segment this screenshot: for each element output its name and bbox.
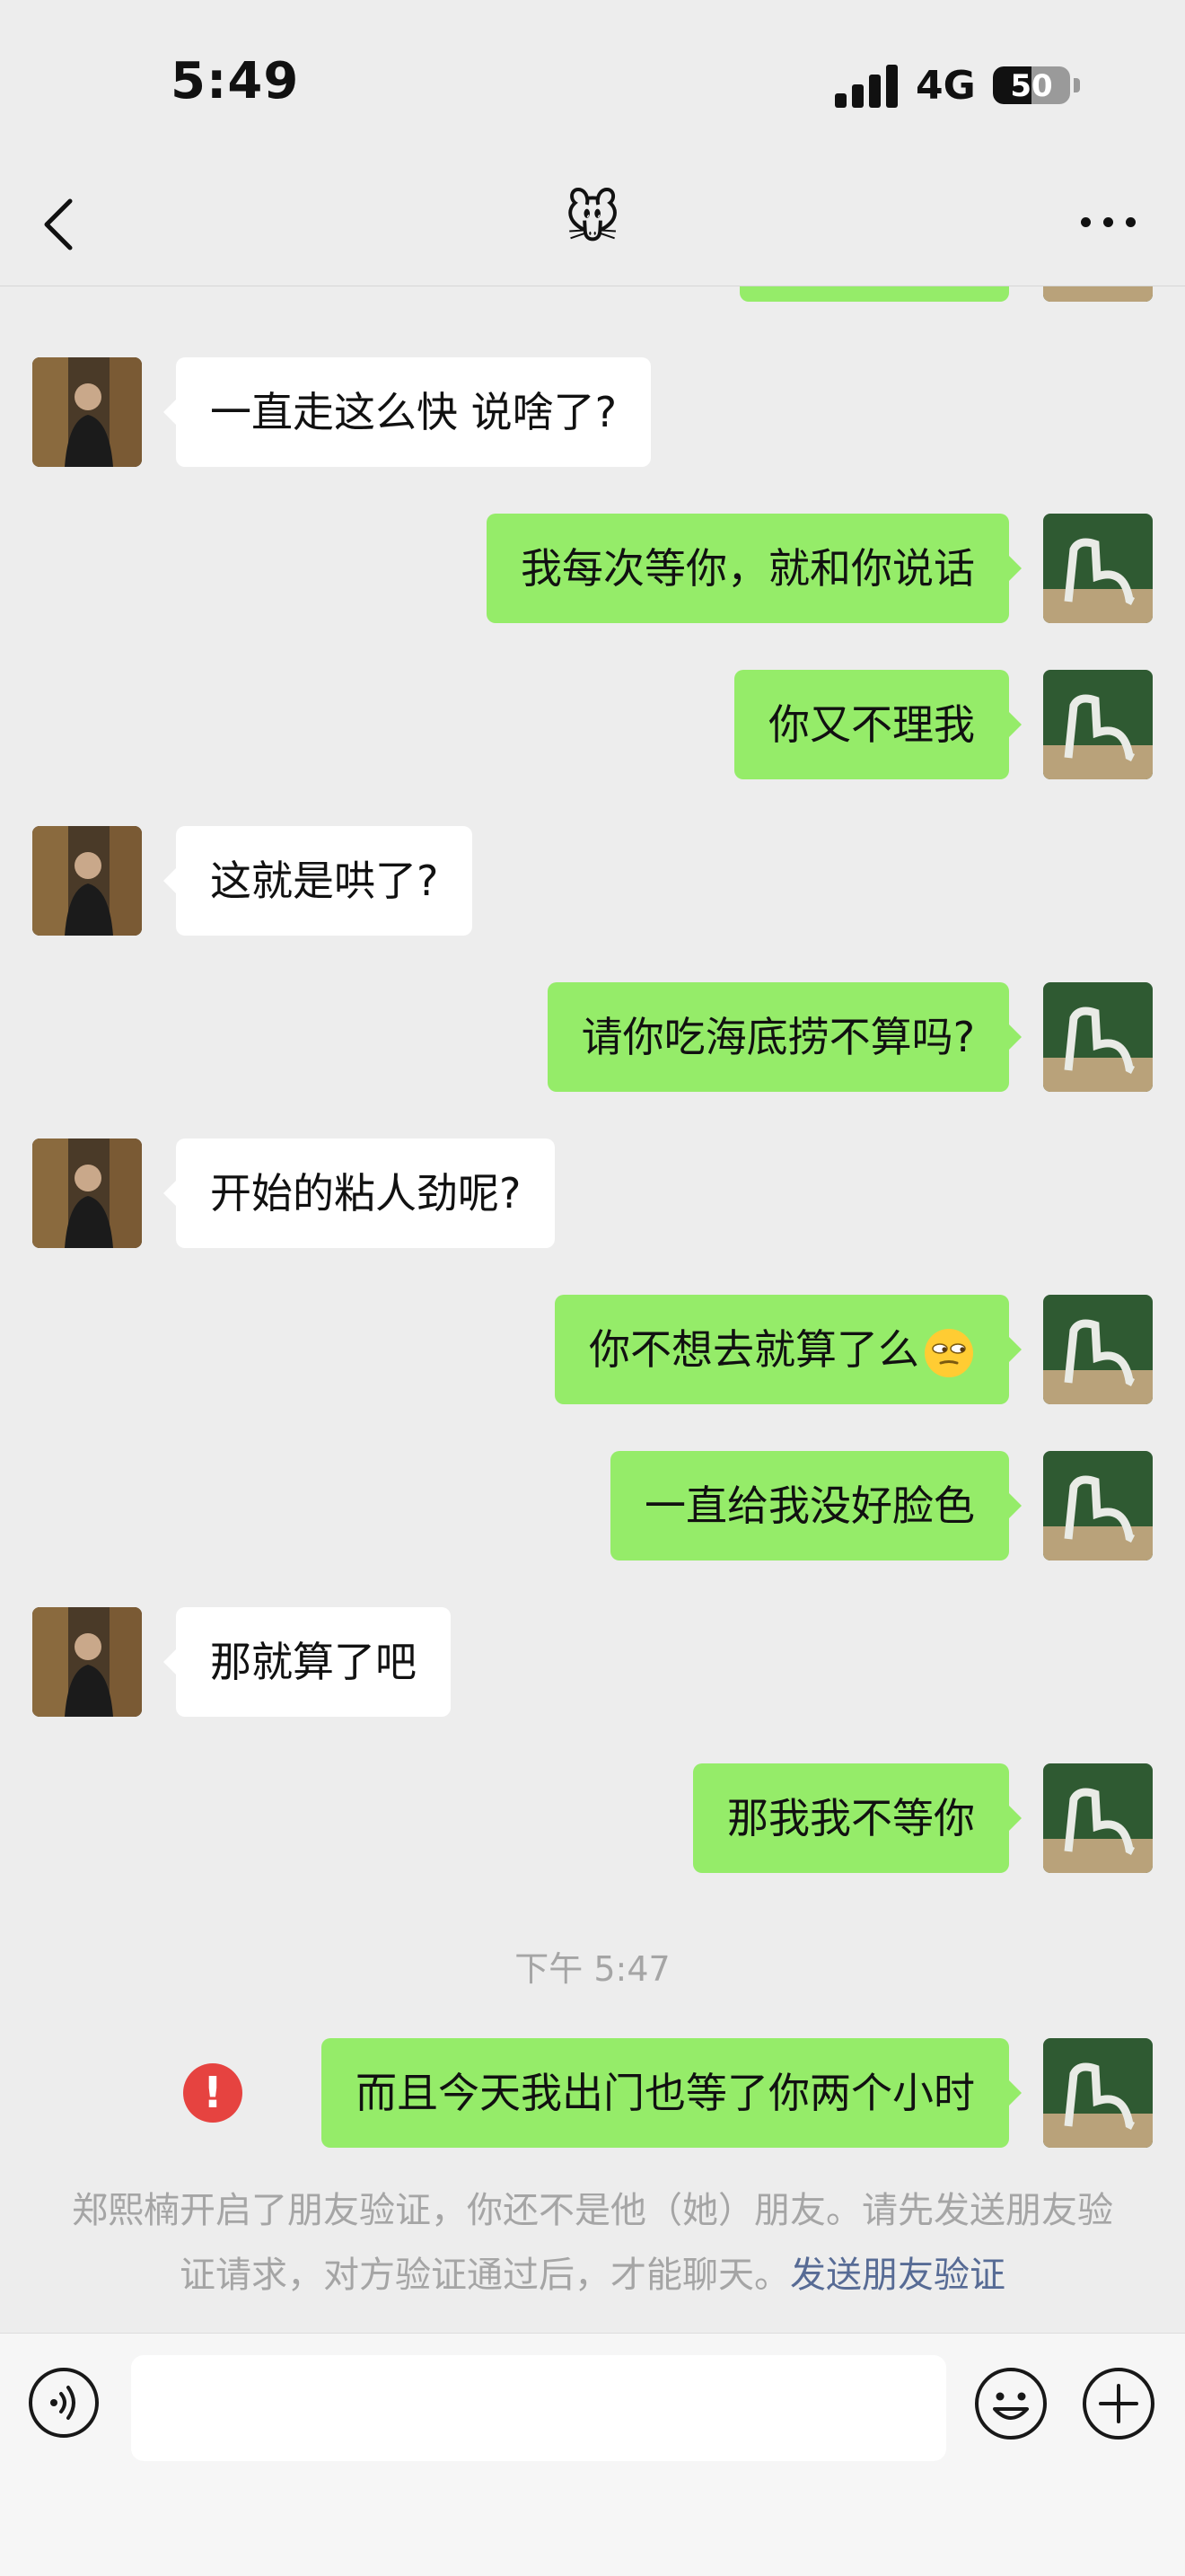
message-row: 我每次等你，就和你说话 [0,514,1185,623]
message-row-partial [0,286,1185,302]
voice-icon [29,2368,99,2438]
send-friend-verification-link[interactable]: 发送朋友验证 [790,2255,1005,2296]
message-input[interactable] [131,2355,946,2461]
send-failed-icon[interactable]: ! [183,2063,242,2123]
my-avatar[interactable] [1043,286,1153,302]
message-bubble[interactable]: 这就是哄了? [162,826,473,936]
message-row: 一直给我没好脸色 [0,1451,1185,1561]
voice-input-button[interactable] [27,2366,101,2440]
message-bubble[interactable]: 你又不理我 [734,670,1022,779]
plus-icon [1083,2368,1154,2440]
my-avatar[interactable] [1043,514,1153,623]
message-bubble[interactable]: 一直给我没好脸色 [610,1451,1022,1561]
contact-avatar[interactable] [32,1139,142,1248]
contact-avatar[interactable] [32,826,142,936]
battery-percent: 50 [1010,68,1053,104]
message-row: 请你吃海底捞不算吗? [0,982,1185,1092]
unamused-face-icon [925,1328,973,1377]
signal-icon [835,65,900,108]
message-row: 你又不理我 [0,670,1185,779]
my-avatar[interactable] [1043,1763,1153,1873]
chat-title-mouse-icon: 🐭 [564,188,621,251]
network-type: 4G [916,63,976,109]
more-options-button[interactable] [1077,194,1140,248]
message-bubble[interactable]: 我每次等你，就和你说话 [487,514,1022,623]
my-avatar[interactable] [1043,670,1153,779]
chat-header: 🐭 [0,171,1185,286]
message-bubble[interactable]: 那就算了吧 [163,1607,451,1717]
message-bubble[interactable]: 请你吃海底捞不算吗? [547,982,1023,1092]
message-row: 那就算了吧 [0,1607,1185,1717]
status-bar: 5:49 4G 50 [0,0,1185,171]
input-bar [0,2333,1185,2576]
friend-verification-notice: 郑熙楠开启了朋友验证，你还不是他（她）朋友。请先发送朋友验证请求，对方验证通过后… [72,2178,1113,2308]
message-row: 开始的粘人劲呢? [0,1139,1185,1248]
my-avatar[interactable] [1043,982,1153,1092]
message-bubble[interactable]: 你不想去就算了么 [555,1295,1022,1404]
chevron-left-icon [44,198,73,251]
emoji-button[interactable] [973,2366,1049,2441]
my-avatar[interactable] [1043,1295,1153,1404]
contact-avatar[interactable] [32,357,142,467]
status-time: 5:49 [171,52,300,110]
my-avatar[interactable] [1043,2038,1153,2148]
message-row: 一直走这么快 说啥了? [0,357,1185,467]
battery-icon: 50 [993,66,1070,104]
message-row: 你不想去就算了么 [0,1295,1185,1404]
message-bubble[interactable]: 一直走这么快 说啥了? [162,357,652,467]
smiley-icon [975,2368,1047,2440]
back-button[interactable] [36,189,81,260]
message-timestamp: 下午 5:47 [514,1949,671,1989]
message-bubble-partial[interactable] [740,286,1009,302]
contact-avatar[interactable] [32,1607,142,1717]
battery-tip [1074,78,1080,92]
message-row: 这就是哄了? [0,826,1185,936]
message-row: 那我我不等你 [0,1763,1185,1873]
my-avatar[interactable] [1043,1451,1153,1561]
message-bubble[interactable]: 而且今天我出门也等了你两个小时 [321,2038,1022,2148]
more-functions-button[interactable] [1081,2366,1156,2441]
message-bubble[interactable]: 那我我不等你 [693,1763,1022,1873]
message-text: 你不想去就算了么 [589,1325,919,1374]
chat-messages[interactable]: 一直走这么快 说啥了? 我每次等你，就和你说话 你又不理我 这就是哄了? 请你吃… [0,286,1185,2333]
message-row-failed: ! 而且今天我出门也等了你两个小时 [0,2038,1185,2148]
message-bubble[interactable]: 开始的粘人劲呢? [162,1139,556,1248]
